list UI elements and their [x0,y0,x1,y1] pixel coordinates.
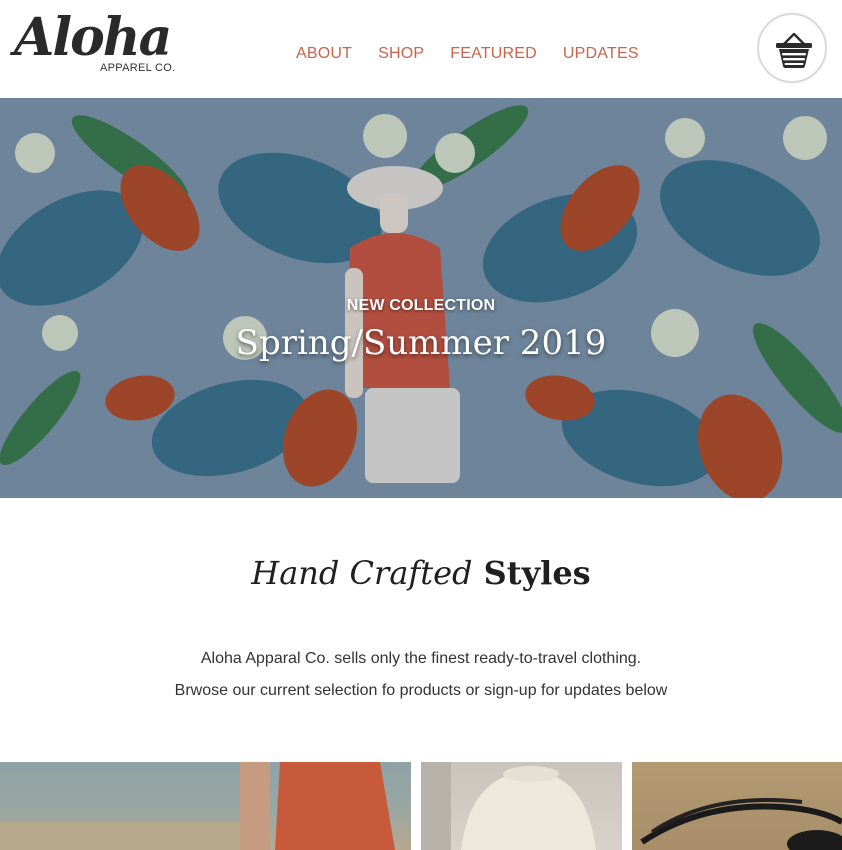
intro-text-line-1: Aloha Apparal Co. sells only the finest … [200,650,642,667]
heading-italic: Hand Crafted [251,554,473,592]
nav-item-about[interactable]: ABOUT [296,45,352,63]
intro-text-line-2: Brwose our current selection fo products… [174,682,668,699]
logo-wordmark: Aloha [14,7,172,68]
nav-item-shop[interactable]: SHOP [378,45,424,63]
product-tile-shorts[interactable] [0,762,411,850]
brand-logo[interactable]: Aloha APPAREL CO. [14,8,184,80]
nav-item-updates[interactable]: UPDATES [563,45,639,63]
logo-subtitle: APPAREL CO. [100,62,176,74]
hero-title: Spring/Summer 2019 [235,323,607,363]
hero-banner: NEW COLLECTION Spring/Summer 2019 [0,98,842,498]
hero-kicker: NEW COLLECTION [346,297,496,314]
shorts-photo [0,762,395,850]
shopping-basket-icon [776,32,812,68]
cart-button[interactable] [757,13,827,83]
section-heading: Hand Crafted Styles [0,554,842,592]
site-header: Aloha APPAREL CO. ABOUT SHOP FEATURED UP… [0,0,842,98]
product-tile-sunglasses[interactable] [632,762,842,850]
product-tile-hat[interactable] [421,762,622,850]
hat-photo [421,762,596,850]
sunglasses-photo [640,798,842,850]
nav-item-featured[interactable]: FEATURED [450,45,537,63]
heading-bold: Styles [483,554,591,592]
main-nav: ABOUT SHOP FEATURED UPDATES [296,45,639,63]
